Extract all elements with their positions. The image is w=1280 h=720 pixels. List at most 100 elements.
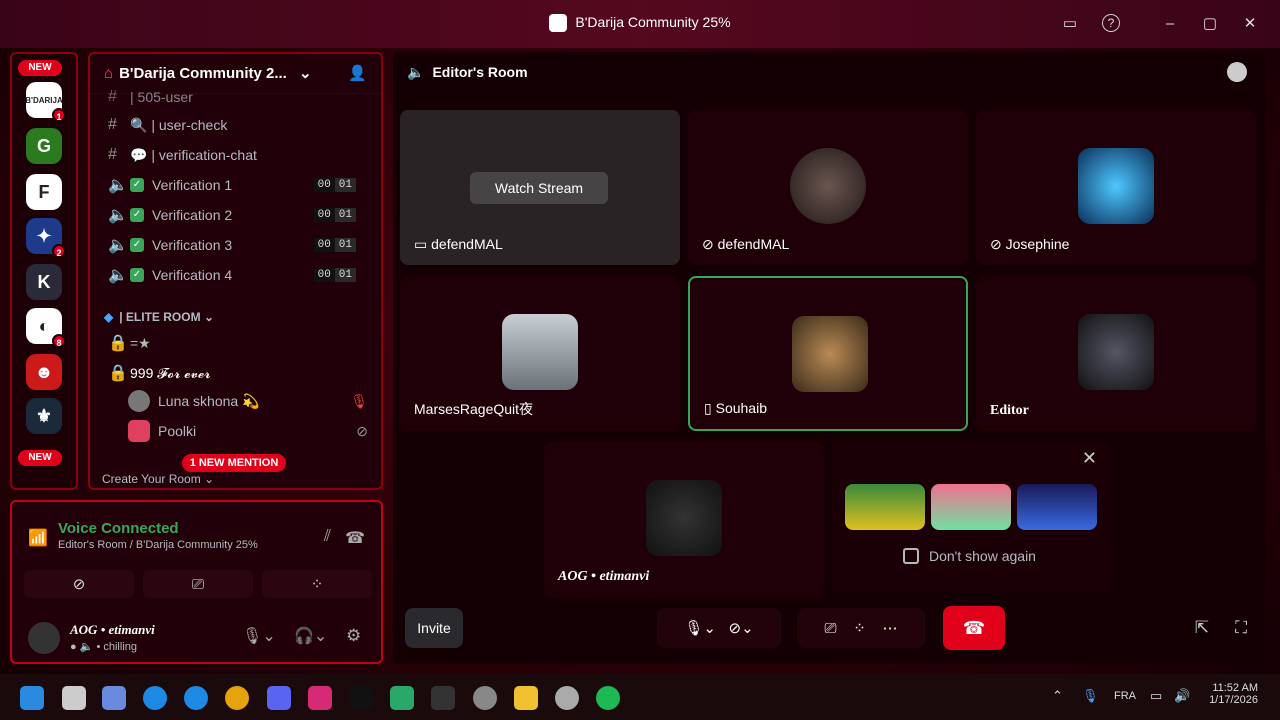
window-title-wrap: B'Darija Community 25% [0,14,1280,33]
volume-icon[interactable]: 🔊 [1174,688,1190,704]
new-pill-bottom[interactable]: NEW [18,450,62,466]
voice-channel-name: Verification 1 [152,177,233,193]
spotify-icon[interactable] [596,686,620,710]
server-icon[interactable]: K [26,264,62,300]
screen-share-icon[interactable]: ⎚ [825,620,837,637]
voice-channel-verification-3[interactable]: 🔈 ✓ Verification 3 00 01 [108,234,368,256]
participant-tile-self[interactable]: AOG • etimanvi [544,442,824,597]
new-pill-top[interactable]: NEW [18,60,62,76]
camera-off-icon[interactable]: ⊘⌄ [729,619,754,637]
avatar [128,420,150,442]
edge-icon[interactable] [184,686,208,710]
file-explorer-icon[interactable] [514,686,538,710]
edge-icon[interactable] [143,686,167,710]
network-icon[interactable]: ▭ [1150,688,1162,704]
server-icon[interactable]: ✦ 2 [26,218,66,258]
server-label: K [37,271,51,292]
microphone-icon[interactable]: 🎙⌄ [684,619,716,637]
participant-tile-speaking[interactable]: ▯ Souhaib [688,276,968,431]
clock[interactable]: 11:52 AM 1/17/2026 [1200,682,1258,706]
signal-icon: 📶 [28,530,48,547]
channel-row-user-check[interactable]: # 🔍 | user-check [108,114,227,136]
help-icon[interactable]: ? [1102,14,1120,32]
settings-gear-icon[interactable]: ⚙ [346,626,361,646]
headphones-icon[interactable]: 🎧⌄ [294,626,327,646]
disconnect-icon[interactable]: ☎ [345,528,365,548]
member-name: Luna skhona 💫 [158,392,260,409]
channel-row-verification-chat[interactable]: # 💬 | verification-chat [108,144,257,166]
voice-channel-verification-4[interactable]: 🔈 ✓ Verification 4 00 01 [108,264,368,286]
avatar[interactable] [28,622,60,654]
minimize-icon[interactable]: – [1160,14,1180,34]
close-icon[interactable]: ✕ [1082,448,1097,469]
notification-badge: 8 [52,334,66,348]
member-poolki[interactable]: Poolki ⊘ [128,420,368,442]
camera-off-button[interactable]: ⊘ [24,570,134,598]
muted-icon: 🎙 [350,392,368,409]
close-icon[interactable]: ✕ [1240,14,1260,34]
watch-stream-button[interactable]: Watch Stream [470,172,608,204]
server-icon[interactable]: F [26,174,62,210]
participant-name: AOG • etimanvi [558,569,650,584]
new-mention-pill[interactable]: 1 NEW MENTION [182,454,286,472]
monitor-alert-icon[interactable]: ▭ [1060,14,1080,34]
voice-connected-label[interactable]: Voice Connected [58,520,258,537]
avatar [792,316,868,392]
voice-channel-verification-2[interactable]: 🔈 ✓ Verification 2 00 01 [108,204,368,226]
app-icon[interactable] [473,686,497,710]
instagram-icon[interactable] [308,686,332,710]
game-thumb-blazing8[interactable] [931,484,1011,530]
discord-icon[interactable] [267,686,291,710]
app-icon[interactable] [431,686,455,710]
participant-name: Editor [990,403,1029,418]
server-icon[interactable]: ◐ 8 [26,308,66,348]
game-thumb-spongebob[interactable] [845,484,925,530]
chat-icon[interactable] [1227,62,1247,82]
activities-button[interactable]: ⁘ [262,570,372,598]
dont-show-row[interactable]: Don't show again [903,548,1036,564]
stream-tile[interactable]: Watch Stream ▭ defendMAL [400,110,680,265]
channel-locked-star[interactable]: 🔒 =★ [108,332,151,354]
member-luna[interactable]: Luna skhona 💫 🎙 [128,390,368,412]
category-elite-room[interactable]: ◆ | ELITE ROOM ⌄ [104,306,214,328]
popout-icon[interactable]: ⇱ [1195,618,1209,638]
deafened-icon: ⊘ [990,236,1002,252]
add-member-icon[interactable]: 👤 [348,64,367,82]
maximize-icon[interactable]: ▢ [1200,14,1220,34]
hangup-icon: ☎ [962,617,986,638]
participant-tile[interactable]: ⊘ defendMAL [688,110,968,265]
server-icon[interactable]: G [26,128,62,164]
app-icon[interactable] [555,686,579,710]
server-icon[interactable]: ⚜ [26,398,62,434]
app-icon[interactable] [390,686,414,710]
game-thumb-rythm[interactable] [1017,484,1097,530]
server-icon[interactable]: ☻ [26,354,62,390]
language-indicator[interactable]: FRA [1114,690,1136,702]
voice-channel-verification-1[interactable]: 🔈 ✓ Verification 1 00 01 [108,174,368,196]
task-view-icon[interactable] [62,686,86,710]
participant-tile[interactable]: ⊘ Josephine [976,110,1256,265]
channel-row-505[interactable]: # | 505-user [108,86,193,108]
participant-tile[interactable]: MarsesRageQuit夜 [400,276,680,431]
windows-start-icon[interactable] [20,686,44,710]
store-icon[interactable] [102,686,126,710]
voice-channel-999[interactable]: 🔒 999 𝓕𝓸𝓻 𝓮𝓿𝓮𝓻 [108,362,211,384]
chrome-icon[interactable] [225,686,249,710]
more-icon[interactable]: ⋯ [882,619,897,637]
participant-tile[interactable]: Editor [976,276,1256,431]
checkbox[interactable] [903,548,919,564]
activities-icon[interactable]: ⁘ [853,619,866,637]
fullscreen-icon[interactable]: ⛶ [1235,618,1247,638]
noise-suppression-icon[interactable]: ⫽ [324,528,331,546]
disconnect-button[interactable]: ☎ [943,606,1005,650]
invite-button[interactable]: Invite [405,608,463,648]
tiktok-icon[interactable] [349,686,373,710]
voice-channel-name: Verification 4 [152,267,233,283]
tray-chevron-icon[interactable]: ⌃ [1052,688,1063,704]
microphone-icon[interactable]: 🎙⌄ [242,626,276,646]
user-limit-counter: 00 01 [313,208,356,222]
microphone-icon[interactable]: 🎙 [1082,688,1099,704]
create-room-link[interactable]: Create Your Room ⌄ [102,472,214,486]
share-screen-button[interactable]: ⎚ [143,570,253,598]
server-icon[interactable]: B'DARIJA 1 [25,82,66,122]
